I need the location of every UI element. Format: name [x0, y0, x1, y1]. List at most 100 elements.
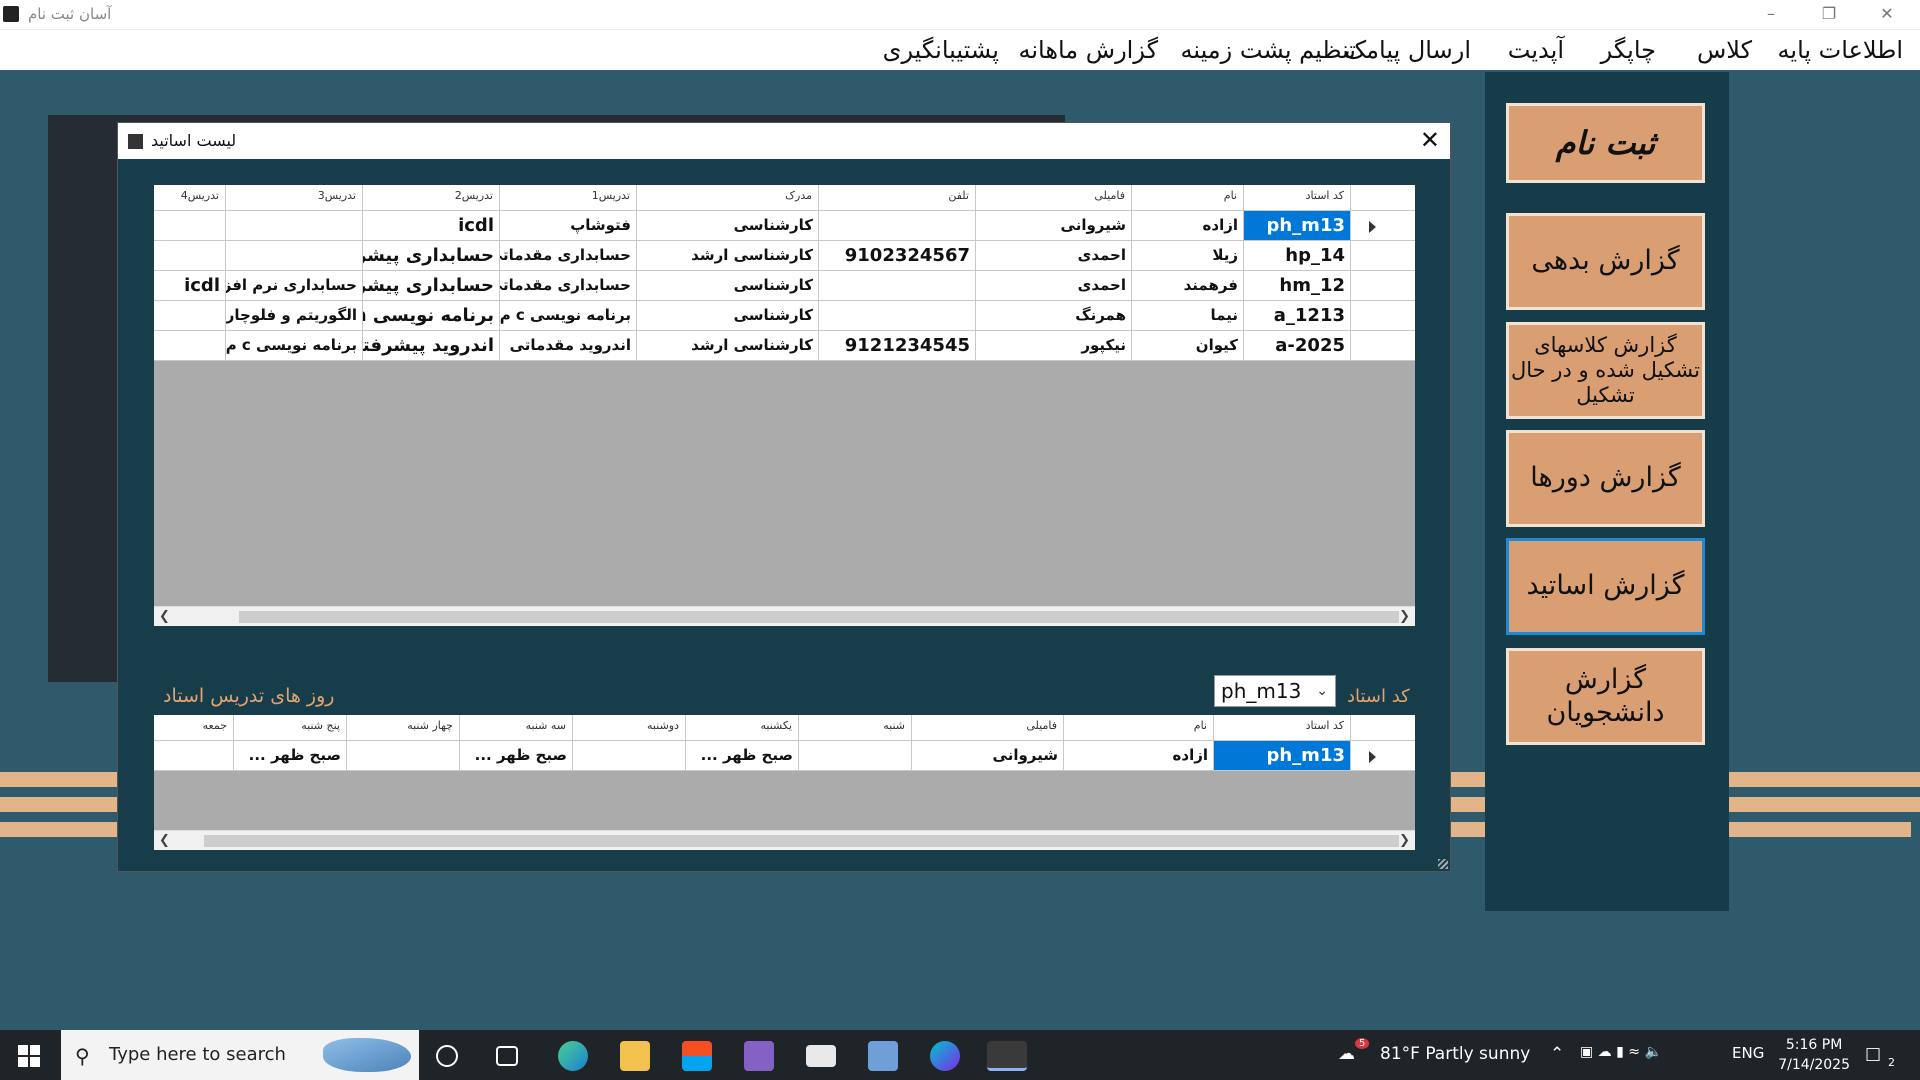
teachers-table-cell[interactable]: حسابداری مقدماتی	[500, 271, 637, 301]
days-table-header[interactable]: چهار شنبه	[347, 715, 460, 741]
teachers-table-cell[interactable]: hp_14	[1244, 241, 1351, 271]
teachers-table-cell[interactable]	[819, 271, 976, 301]
teachers-table-header[interactable]: فامیلی	[976, 185, 1132, 211]
teachers-table-cell[interactable]	[819, 211, 976, 241]
teachers-table-cell[interactable]: کارشناسی	[637, 271, 819, 301]
row-header[interactable]	[1351, 271, 1415, 301]
row-header[interactable]	[1351, 741, 1415, 771]
task-view-icon[interactable]	[496, 1046, 518, 1066]
days-table-cell[interactable]	[573, 741, 686, 771]
days-table-cell[interactable]: شیروانی	[912, 741, 1064, 771]
days-table-header[interactable]: یکشنبه	[686, 715, 799, 741]
teachers-table-cell[interactable]: a_1213	[1244, 301, 1351, 331]
teachers-table-cell[interactable]: icdl	[154, 271, 226, 301]
teachers-table-cell[interactable]: احمدی	[976, 241, 1132, 271]
language-indicator[interactable]: ENG	[1732, 1044, 1764, 1062]
menu-backup[interactable]: پشتیبانگیری	[883, 36, 999, 64]
teachers-table-cell[interactable]: برنامه نویسی java	[363, 301, 500, 331]
teachers-table-cell[interactable]	[154, 331, 226, 361]
menu-monthly-report[interactable]: گزارش ماهانه	[1018, 36, 1158, 64]
row-header[interactable]	[1351, 301, 1415, 331]
teachers-table-cell[interactable]: حسابداری پیشرفته	[363, 241, 500, 271]
visual-studio-icon[interactable]	[744, 1041, 774, 1071]
teachers-table-cell[interactable]: a-2025	[1244, 331, 1351, 361]
tray-chevron-icon[interactable]: ⌃	[1550, 1044, 1564, 1064]
scroll-thumb[interactable]	[204, 835, 1399, 847]
days-table-header[interactable]: شنبه	[799, 715, 912, 741]
teachers-table-cell[interactable]: کارشناسی	[637, 301, 819, 331]
teachers-table-cell[interactable]: کارشناسی	[637, 211, 819, 241]
maximize-button[interactable]: ❐	[1800, 0, 1858, 29]
teachers-table-cell[interactable]: حسابداری نرم افزار	[226, 271, 363, 301]
days-table-header[interactable]: نام	[1064, 715, 1214, 741]
days-table-cell[interactable]: ph_m13	[1214, 741, 1351, 771]
row-header[interactable]	[1351, 211, 1415, 241]
notification-icon[interactable]: □	[1865, 1044, 1881, 1064]
days-table-cell[interactable]	[347, 741, 460, 771]
row-header[interactable]	[1351, 331, 1415, 361]
teachers-table-cell[interactable]: شیروانی	[976, 211, 1132, 241]
teachers-table-header[interactable]: تلفن	[819, 185, 976, 211]
teachers-table-header[interactable]: تدریس1	[500, 185, 637, 211]
teaching-days-table[interactable]: ❮ ❯ کد استاد نام فامیلی شنبه یکشنبه دوشنبه سه …	[154, 715, 1415, 850]
teachers-table-cell[interactable]: حسابداری پیشرفته	[363, 271, 500, 301]
menu-send-sms[interactable]: ارسال پیامک	[1345, 36, 1471, 64]
teacher-code-combobox[interactable]: ph_m13 ⌄	[1214, 675, 1336, 707]
days-table-cell[interactable]	[799, 741, 912, 771]
scroll-thumb[interactable]	[239, 611, 1399, 623]
weather-text[interactable]: 81°F Partly sunny	[1380, 1044, 1530, 1064]
teachers-table-cell[interactable]: hm_12	[1244, 271, 1351, 301]
teachers-table-cell[interactable]: فرهمند	[1132, 271, 1244, 301]
menu-background-settings[interactable]: تنظیم پشت زمینه	[1180, 36, 1356, 64]
teachers-table-cell[interactable]	[226, 211, 363, 241]
days-horizontal-scrollbar[interactable]: ❮ ❯	[154, 830, 1415, 850]
teachers-table-cell[interactable]	[819, 301, 976, 331]
teachers-table-cell[interactable]	[154, 211, 226, 241]
edge-icon[interactable]	[558, 1041, 588, 1071]
windows-start-icon[interactable]	[18, 1045, 40, 1067]
taskbar-clock[interactable]: 5:16 PM 7/14/2025	[1778, 1035, 1850, 1075]
teachers-table-cell[interactable]: 9102324567	[819, 241, 976, 271]
store-icon[interactable]	[682, 1041, 712, 1071]
menu-printer[interactable]: چاپگر	[1601, 36, 1656, 64]
teachers-table-cell[interactable]: کیوان	[1132, 331, 1244, 361]
days-table-cell[interactable]: صبح ظهر ...	[460, 741, 573, 771]
debt-report-button[interactable]: گزارش بدهی	[1506, 213, 1705, 310]
teachers-table-cell[interactable]	[154, 301, 226, 331]
days-table-cell[interactable]: صبح ظهر ...	[686, 741, 799, 771]
register-button[interactable]: ثبت نام	[1506, 103, 1705, 183]
teachers-table-cell[interactable]: احمدی	[976, 271, 1132, 301]
teachers-table-header[interactable]: مدرک	[637, 185, 819, 211]
teachers-table-cell[interactable]: ازاده	[1132, 211, 1244, 241]
teachers-table-cell[interactable]: زیلا	[1132, 241, 1244, 271]
teachers-table-cell[interactable]: الگوریتم و فلوچارت	[226, 301, 363, 331]
days-table-header[interactable]: فامیلی	[912, 715, 1064, 741]
taskbar-search[interactable]: ⚲ Type here to search	[61, 1030, 419, 1080]
remote-desktop-icon[interactable]	[868, 1041, 898, 1071]
days-table-header[interactable]: دوشنبه	[573, 715, 686, 741]
scroll-left-icon[interactable]: ❮	[159, 833, 170, 848]
mail-icon[interactable]	[806, 1045, 836, 1067]
resize-grip[interactable]	[1438, 859, 1448, 869]
days-table-header[interactable]: پنج شنبه	[234, 715, 347, 741]
teachers-table-header[interactable]: تدریس4	[154, 185, 226, 211]
teachers-table-header[interactable]: تدریس2	[363, 185, 500, 211]
teachers-table-header[interactable]: کد استاد	[1244, 185, 1351, 211]
teachers-table-header[interactable]: نام	[1132, 185, 1244, 211]
teachers-table-cell[interactable]: نیما	[1132, 301, 1244, 331]
menu-basic-info[interactable]: اطلاعات پایه	[1778, 36, 1903, 64]
teachers-report-button[interactable]: گزارش اساتید	[1506, 538, 1705, 635]
teachers-table-cell[interactable]: برنامه نویسی c م...	[500, 301, 637, 331]
scroll-right-icon[interactable]: ❯	[1399, 609, 1410, 624]
teachers-table-cell[interactable]: کارشناسی ارشد	[637, 331, 819, 361]
minimize-button[interactable]: –	[1742, 0, 1800, 29]
teachers-table-cell[interactable]: اندروید مقدماتی	[500, 331, 637, 361]
teachers-table[interactable]: ❮ ❯ کد استاد نام فامیلی تلفن مدرک تدریس1 تدریس…	[154, 185, 1415, 626]
scroll-left-icon[interactable]: ❮	[159, 609, 170, 624]
menu-class[interactable]: کلاس	[1697, 36, 1752, 64]
dialog-close-button[interactable]: ✕	[1420, 126, 1440, 154]
courses-report-button[interactable]: گزارش دورها	[1506, 430, 1705, 527]
scroll-right-icon[interactable]: ❯	[1399, 833, 1410, 848]
teachers-table-header[interactable]: تدریس3	[226, 185, 363, 211]
cortana-icon[interactable]	[436, 1045, 458, 1067]
